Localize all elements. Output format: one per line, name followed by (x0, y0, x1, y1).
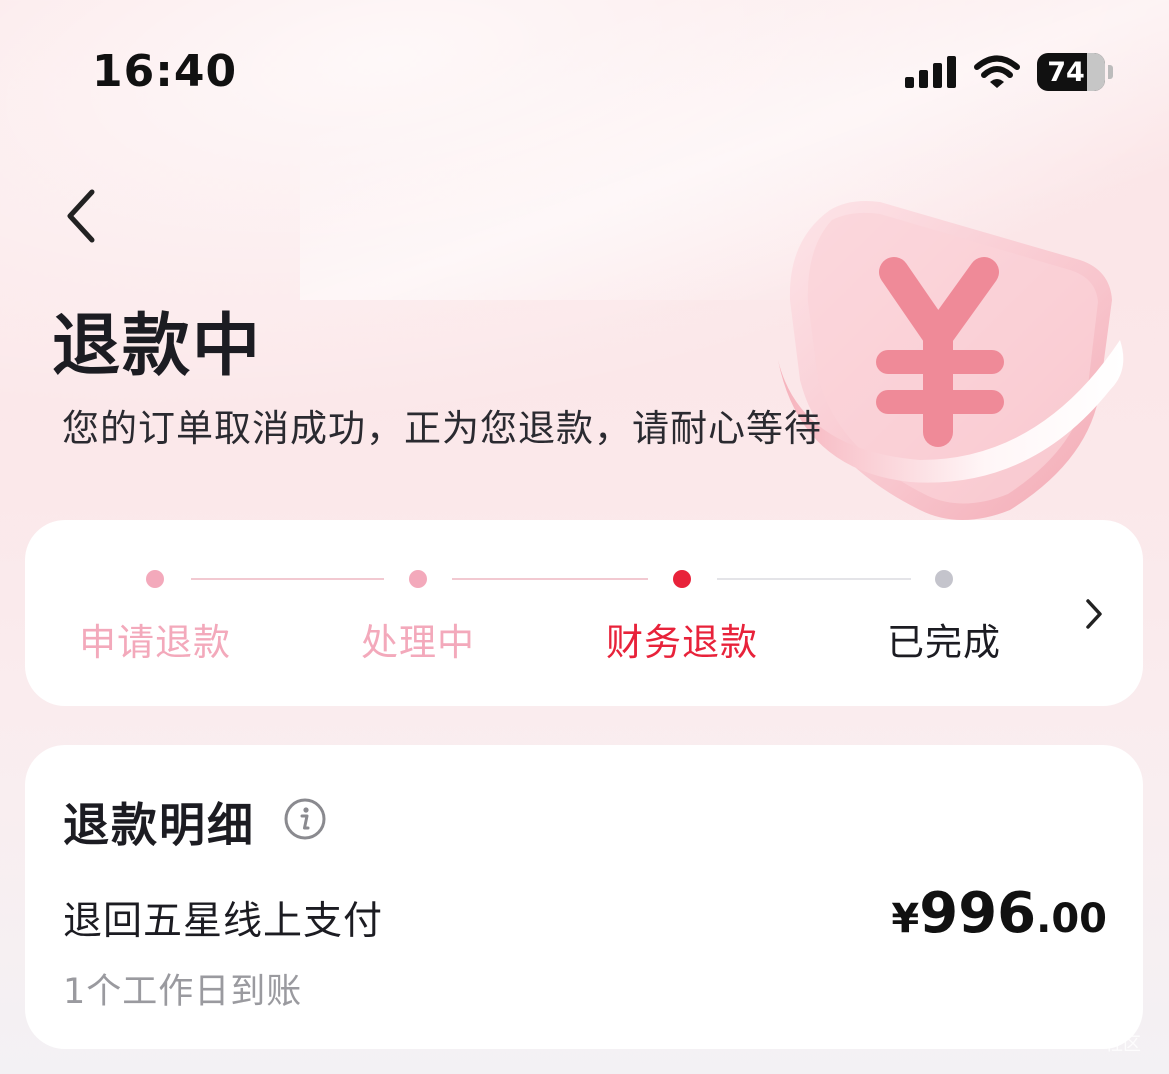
cellular-signal-icon (905, 56, 956, 88)
currency-symbol: ¥ (891, 896, 920, 942)
refund-method: 退回五星线上支付 (63, 899, 384, 944)
progress-step-dot (935, 570, 953, 588)
refund-progress-card[interactable]: 申请退款 处理中 财务退款 已完成 (25, 520, 1143, 706)
refund-detail-card: 退款明细 退回五星线上支付 1个工作日到账 ¥996.00 (25, 745, 1143, 1049)
progress-connector-3 (717, 578, 911, 580)
chevron-right-icon[interactable] (1081, 596, 1107, 632)
status-time: 16:40 (92, 46, 238, 97)
progress-step-label: 申请退款 (79, 621, 231, 664)
back-button[interactable] (58, 186, 108, 246)
amount-decimal: .00 (1036, 896, 1107, 942)
info-icon[interactable] (283, 797, 327, 841)
progress-step-label: 处理中 (361, 621, 475, 664)
wifi-icon (974, 55, 1020, 88)
progress-step-label: 财务退款 (606, 621, 758, 664)
page-subtitle: 您的订单取消成功，正为您退款，请耐心等待 (62, 407, 822, 450)
progress-step-dot (146, 570, 164, 588)
battery-level: 74 (1047, 56, 1085, 88)
status-icons: 74 (905, 52, 1113, 92)
progress-step-label: 已完成 (887, 621, 1001, 664)
progress-connector-1 (191, 578, 384, 580)
watermark: 社区 (1105, 1034, 1141, 1055)
refund-shield-illustration (778, 201, 1124, 520)
progress-connector-2 (452, 578, 648, 580)
progress-step-dot (673, 570, 691, 588)
refund-eta: 1个工作日到账 (63, 972, 303, 1012)
amount-integer: 996 (919, 881, 1037, 946)
refund-detail-title: 退款明细 (63, 798, 255, 852)
page-title: 退款中 (52, 307, 263, 386)
refund-amount: ¥996.00 (891, 881, 1107, 946)
battery-cap (1108, 65, 1113, 79)
progress-step-dot (409, 570, 427, 588)
battery-icon: 74 (1037, 53, 1105, 91)
